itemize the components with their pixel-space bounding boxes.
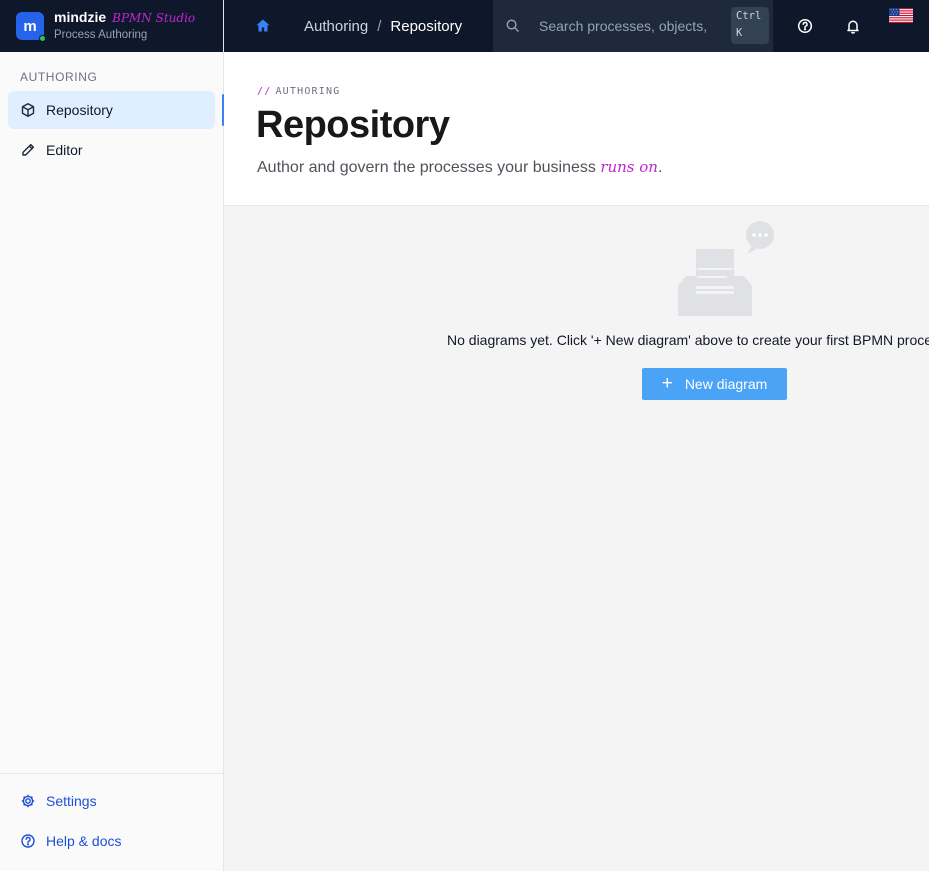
- page-subtitle: Author and govern the processes your bus…: [257, 158, 662, 177]
- app-logo[interactable]: m: [16, 12, 46, 42]
- global-search: Ctrl K: [493, 0, 773, 52]
- gear-icon: [20, 793, 36, 809]
- shortcut-k: K: [736, 27, 743, 39]
- sidebar-item-settings[interactable]: Settings: [8, 782, 215, 820]
- brand-text: mindzie BPMN Studio Process Authoring: [54, 9, 195, 42]
- sidebar: m mindzie BPMN Studio Process Authoring …: [0, 0, 224, 871]
- breadcrumb-repository: Repository: [390, 17, 463, 35]
- bell-icon[interactable]: [844, 17, 862, 35]
- subtitle-suffix: .: [657, 159, 663, 176]
- empty-state-message: No diagrams yet. Click '+ New diagram' a…: [447, 332, 929, 348]
- sidebar-item-label: Help & docs: [46, 833, 122, 849]
- sidebar-item-label: Settings: [46, 793, 97, 809]
- sidebar-item-label: Editor: [46, 142, 83, 158]
- sidebar-nav: Repository Editor: [0, 91, 224, 169]
- search-icon: [505, 18, 520, 33]
- sidebar-section-label: AUTHORING: [20, 70, 98, 84]
- sidebar-item-help[interactable]: Help & docs: [8, 822, 215, 860]
- sidebar-item-repository[interactable]: Repository: [8, 91, 224, 129]
- page-title: Repository: [256, 104, 450, 146]
- page-header: //AUTHORING Repository Author and govern…: [224, 52, 929, 206]
- brand-name: mindzie: [54, 9, 107, 26]
- help-circle-icon: [20, 833, 36, 849]
- sidebar-footer: Settings Help & docs: [0, 773, 223, 871]
- search-input[interactable]: [539, 15, 711, 37]
- subtitle-prefix: Author and govern the processes your bus…: [257, 159, 601, 176]
- brand-header: m mindzie BPMN Studio Process Authoring: [0, 0, 223, 52]
- breadcrumb-authoring[interactable]: Authoring: [304, 18, 368, 35]
- new-diagram-label: New diagram: [684, 376, 768, 392]
- plus-icon: +: [661, 372, 673, 394]
- eyebrow-slashes: //: [257, 86, 272, 97]
- shortcut-ctrl: Ctrl: [736, 10, 762, 22]
- brand-subtitle: Process Authoring: [54, 29, 148, 42]
- new-diagram-button[interactable]: + New diagram: [642, 368, 787, 400]
- help-icon[interactable]: [796, 17, 814, 35]
- cube-icon: [20, 102, 36, 118]
- home-icon[interactable]: [254, 17, 272, 35]
- sidebar-item-label: Repository: [46, 102, 113, 118]
- topbar: Authoring / Repository Ctrl K: [224, 0, 929, 52]
- eyebrow-label: AUTHORING: [275, 86, 341, 97]
- pencil-icon: [20, 142, 36, 158]
- page-eyebrow: //AUTHORING: [257, 86, 340, 97]
- subtitle-emphasis: runs on: [600, 158, 658, 176]
- breadcrumb: Authoring / Repository: [304, 0, 462, 52]
- breadcrumb-separator: /: [377, 17, 382, 35]
- status-dot: [39, 35, 46, 42]
- sidebar-item-editor[interactable]: Editor: [8, 131, 215, 169]
- empty-inbox-icon: [675, 220, 777, 320]
- logo-letter: m: [23, 17, 37, 35]
- brand-tag: BPMN Studio: [112, 11, 196, 26]
- keyboard-shortcut-hint: Ctrl K: [731, 7, 769, 44]
- us-flag-icon[interactable]: [889, 8, 913, 23]
